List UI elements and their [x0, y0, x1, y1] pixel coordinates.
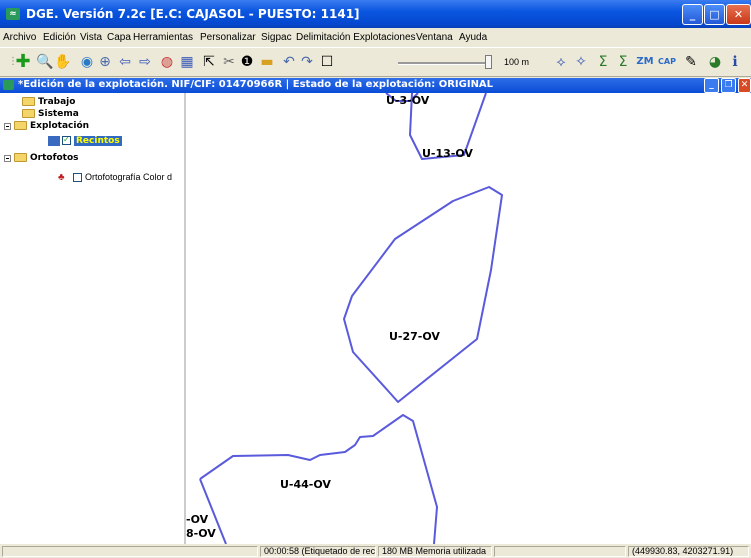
merge-icon[interactable]: Ʃ: [614, 53, 632, 71]
maximize-icon: □: [709, 8, 720, 21]
child-window-icon: [3, 80, 14, 90]
menu-capa[interactable]: Capa: [107, 32, 131, 43]
status-panel-main: [2, 546, 258, 557]
menu-ventana[interactable]: Ventana: [416, 32, 453, 43]
back-arrow-icon[interactable]: ⇦: [116, 53, 134, 71]
child-window-title: *Edición de la explotación. NIF/CIF: 014…: [18, 79, 494, 90]
tree-node-recintos[interactable]: Recintos: [48, 134, 122, 147]
map-canvas[interactable]: U-3-OV U-13-OV U-27-OV U-44-OV -OV 8-OV: [186, 93, 751, 544]
query-info-icon[interactable]: ◕: [706, 53, 724, 71]
measure-icon[interactable]: ▬: [258, 53, 276, 71]
split-polygon-icon[interactable]: ✧: [572, 53, 590, 71]
tree-label: Recintos: [74, 136, 122, 146]
edit-note-icon[interactable]: ✎: [682, 53, 700, 71]
rectangle-icon[interactable]: ☐: [318, 53, 336, 71]
folder-icon: [14, 121, 27, 130]
tree-node-ortofotos[interactable]: Ortofotos: [14, 152, 79, 164]
info-icon[interactable]: ❶: [238, 53, 256, 71]
scale-label: 100 m: [504, 57, 530, 67]
pan-hand-icon[interactable]: ✋: [54, 53, 72, 71]
status-panel-empty: [494, 546, 626, 557]
ortofoto-checkbox[interactable]: [73, 173, 82, 183]
menu-ayuda[interactable]: Ayuda: [459, 32, 487, 43]
redo-icon[interactable]: ↷: [298, 53, 316, 71]
tree-label: Ortofotos: [30, 153, 79, 163]
tree-node-explotacion[interactable]: Explotación: [14, 120, 89, 132]
menu-delimitacion[interactable]: Delimitación Explotaciones: [296, 32, 416, 43]
sum-icon[interactable]: Σ: [594, 53, 612, 71]
cap-icon[interactable]: CAP: [658, 53, 676, 71]
menu-archivo[interactable]: Archivo: [3, 32, 36, 43]
grid-icon[interactable]: ▦: [178, 53, 196, 71]
child-window-title-bar[interactable]: *Edición de la explotación. NIF/CIF: 014…: [0, 78, 751, 93]
status-time: 00:00:58 (Etiquetado de recintos): [260, 546, 376, 557]
tree-label: Sistema: [38, 109, 79, 119]
tree-node-trabajo[interactable]: Trabajo: [22, 96, 75, 108]
help-info-icon[interactable]: ℹ: [726, 53, 744, 71]
menu-personalizar[interactable]: Personalizar: [200, 32, 256, 43]
zoom-zd-icon[interactable]: ZM: [636, 53, 654, 71]
child-restore-button[interactable]: ❐: [721, 78, 736, 93]
layer-color-icon: [48, 135, 60, 146]
parcel-label-u27: U-27-OV: [389, 330, 440, 343]
select-pointer-icon[interactable]: ⇱: [200, 53, 218, 71]
edit-polygon-icon[interactable]: ⟡: [552, 53, 570, 71]
menu-bar: Archivo Edición Vista Capa Herramientas …: [0, 30, 751, 46]
tree-node-sistema[interactable]: Sistema: [22, 108, 79, 120]
menu-vista[interactable]: Vista: [80, 32, 102, 43]
child-close-button[interactable]: ✕: [738, 78, 751, 93]
add-icon[interactable]: ✚: [14, 53, 32, 71]
close-button[interactable]: ✕: [726, 4, 751, 25]
status-coordinates: (449930.83, 4203271.91): [628, 546, 749, 557]
undo-icon[interactable]: ↶: [280, 53, 298, 71]
main-toolbar: ⋮ ✚ 🔍 ✋ ◉ ⊕ ⇦ ⇨ ◍ ▦ ⇱ ✂ ❶ ▬ ↶ ↷ ☐ 100 m …: [0, 47, 751, 77]
zoom-icon[interactable]: 🔍: [36, 53, 54, 71]
menu-sigpac[interactable]: Sigpac: [261, 32, 292, 43]
parcel-u27[interactable]: [343, 186, 503, 403]
tree-label: Trabajo: [38, 97, 76, 107]
maximize-button[interactable]: □: [704, 4, 725, 25]
map-view[interactable]: U-3-OV U-13-OV U-27-OV U-44-OV -OV 8-OV: [186, 93, 751, 544]
scale-slider-thumb[interactable]: [485, 55, 492, 69]
menu-herramientas[interactable]: Herramientas: [133, 32, 193, 43]
tree-label: Explotación: [30, 121, 90, 131]
app-title-bar[interactable]: ≈ DGE. Versión 7.2c [E.C: CAJASOL - PUES…: [0, 0, 751, 28]
forward-arrow-icon[interactable]: ⇨: [136, 53, 154, 71]
minimize-icon: _: [689, 8, 696, 21]
layer-tree-panel: Trabajo Sistema Explotación Recintos Ort…: [0, 93, 186, 544]
status-memory: 180 MB Memoria utilizada: [378, 546, 492, 557]
zoom-extent-icon[interactable]: ⊕: [96, 53, 114, 71]
raster-layer-icon: ♣: [58, 171, 65, 183]
menu-edicion[interactable]: Edición: [43, 32, 76, 43]
parcel-label-cut-2: 8-OV: [186, 527, 216, 540]
parcel-label-u13: U-13-OV: [422, 147, 473, 160]
minimize-button[interactable]: _: [682, 4, 703, 25]
folder-icon: [22, 97, 35, 106]
app-icon: ≈: [6, 8, 20, 20]
parcel-label-u44: U-44-OV: [280, 478, 331, 491]
app-title: DGE. Versión 7.2c [E.C: CAJASOL - PUESTO…: [26, 7, 360, 21]
recintos-checkbox[interactable]: [62, 134, 71, 146]
parcel-label-u3: U-3-OV: [386, 94, 430, 107]
globe-icon[interactable]: ◉: [78, 53, 96, 71]
tree-label: Ortofotografía Color d: [85, 172, 173, 182]
layers-icon[interactable]: ◍: [158, 53, 176, 71]
folder-icon: [22, 109, 35, 118]
child-minimize-button[interactable]: _: [704, 78, 719, 93]
close-icon: ✕: [733, 8, 744, 21]
collapse-ortofotos-button[interactable]: [4, 155, 11, 162]
status-bar: 00:00:58 (Etiquetado de recintos) 180 MB…: [0, 544, 751, 558]
folder-icon: [14, 153, 27, 162]
scale-slider-track[interactable]: [398, 62, 490, 65]
collapse-explotacion-button[interactable]: [4, 123, 11, 130]
tree-node-ortofoto-layer[interactable]: ♣ Ortofotografía Color d: [58, 171, 172, 183]
deselect-icon[interactable]: ✂: [220, 53, 238, 71]
parcel-label-cut-1: -OV: [186, 513, 209, 526]
